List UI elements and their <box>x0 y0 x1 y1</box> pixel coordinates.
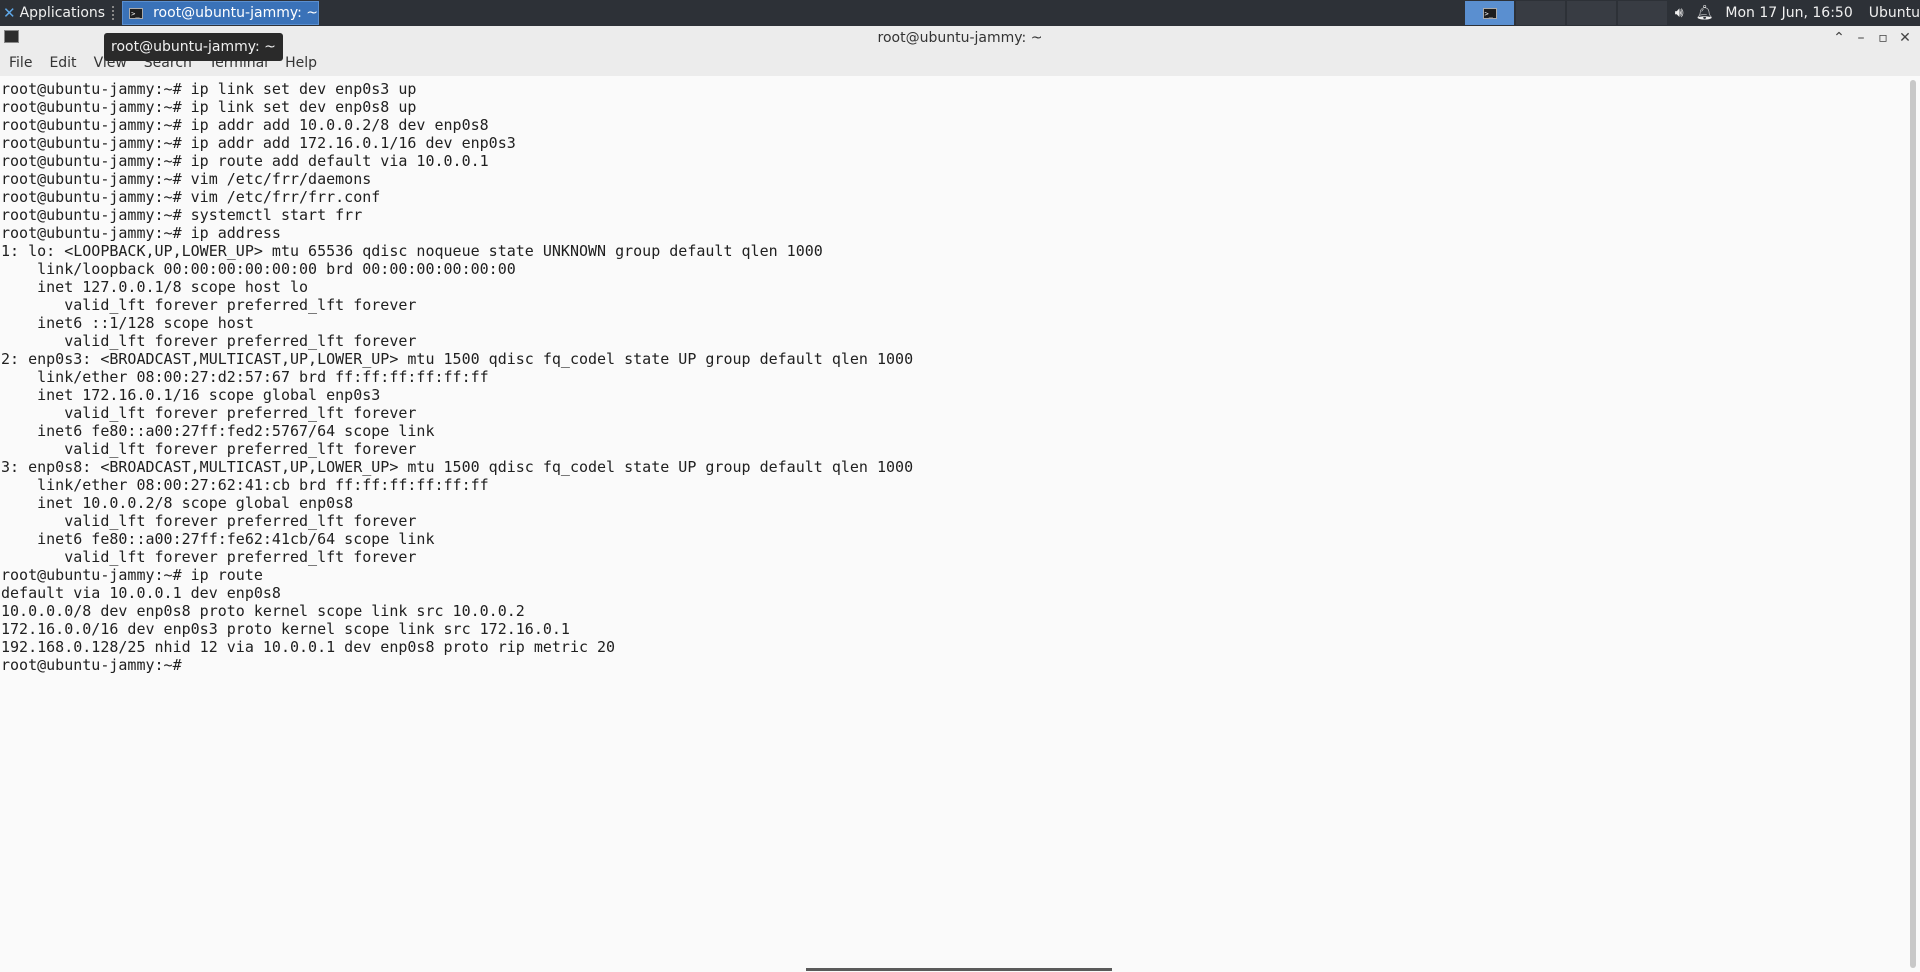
terminal-area[interactable]: root@ubuntu-jammy:~# ip link set dev enp… <box>0 76 1906 972</box>
terminal-line: inet6 fe80::a00:27ff:fed2:5767/64 scope … <box>1 422 435 440</box>
terminal-line: default via 10.0.0.1 dev enp0s8 <box>1 584 281 602</box>
maximize-icon[interactable]: ▫ <box>1872 30 1894 46</box>
terminal-line: valid_lft forever preferred_lft forever <box>1 332 417 350</box>
terminal-line: inet 127.0.0.1/8 scope host lo <box>1 278 309 296</box>
shade-icon[interactable]: ⌃ <box>1828 30 1850 46</box>
terminal-line: valid_lft forever preferred_lft forever <box>1 512 417 530</box>
notification-bell-icon[interactable]: 🔔︎ <box>1696 5 1714 21</box>
terminal-line: root@ubuntu-jammy:~# ip address <box>1 224 281 242</box>
terminal-line: link/ether 08:00:27:62:41:cb brd ff:ff:f… <box>1 476 489 494</box>
terminal-output: root@ubuntu-jammy:~# ip link set dev enp… <box>0 76 1906 674</box>
terminal-line: 2: enp0s3: <BROADCAST,MULTICAST,UP,LOWER… <box>1 350 914 368</box>
terminal-line: root@ubuntu-jammy:~# ip link set dev enp… <box>1 98 417 116</box>
menu-edit[interactable]: Edit <box>49 55 76 71</box>
menu-file[interactable]: File <box>9 55 32 71</box>
terminal-line: valid_lft forever preferred_lft forever <box>1 548 417 566</box>
minimize-icon[interactable]: – <box>1850 30 1872 46</box>
horizontal-scroll-indicator <box>806 968 1112 971</box>
workspace-1[interactable]: >_ <box>1465 1 1514 25</box>
terminal-line: link/ether 08:00:27:d2:57:67 brd ff:ff:f… <box>1 368 489 386</box>
terminal-line: 3: enp0s8: <BROADCAST,MULTICAST,UP,LOWER… <box>1 458 914 476</box>
window-controls: ⌃ – ▫ ✕ <box>1828 26 1916 50</box>
window-title: root@ubuntu-jammy: ~ <box>877 30 1043 46</box>
workspace-terminal-icon: >_ <box>1482 7 1497 19</box>
taskbar-window-button[interactable]: >_ root@ubuntu-jammy: ~ <box>122 1 320 25</box>
close-icon[interactable]: ✕ <box>1894 30 1916 46</box>
menu-help[interactable]: Help <box>285 55 317 71</box>
terminal-line: 10.0.0.0/8 dev enp0s8 proto kernel scope… <box>1 602 525 620</box>
taskbar-window-title: root@ubuntu-jammy: ~ <box>153 5 319 21</box>
workspace-4[interactable] <box>1618 1 1667 25</box>
taskbar-tooltip: root@ubuntu-jammy: ~ <box>104 33 283 61</box>
xfce-logo-icon: ✕ <box>3 4 16 22</box>
menubar: File Edit View Search Terminal Help <box>0 50 1920 76</box>
terminal-line: root@ubuntu-jammy:~# ip addr add 172.16.… <box>1 134 516 152</box>
volume-icon[interactable]: 🔊︎ <box>1675 5 1684 21</box>
terminal-line: root@ubuntu-jammy:~# ip route add defaul… <box>1 152 489 170</box>
system-tray: 🔊︎ 🔔︎ Mon 17 Jun, 16:50 Ubuntu <box>1669 0 1920 26</box>
scrollbar-thumb[interactable] <box>1910 80 1916 968</box>
panel-separator <box>112 6 115 20</box>
workspace-switcher: >_ <box>1465 0 1669 26</box>
top-panel: ✕ Applications >_ root@ubuntu-jammy: ~ >… <box>0 0 1920 26</box>
terminal-line: inet6 ::1/128 scope host <box>1 314 254 332</box>
terminal-line: root@ubuntu-jammy:~# systemctl start frr <box>1 206 363 224</box>
terminal-line: root@ubuntu-jammy:~# vim /etc/frr/daemon… <box>1 170 372 188</box>
workspace-3[interactable] <box>1567 1 1616 25</box>
window-terminal-icon[interactable] <box>4 30 19 43</box>
vertical-scrollbar[interactable] <box>1906 76 1920 972</box>
terminal-line: valid_lft forever preferred_lft forever <box>1 296 417 314</box>
terminal-line: root@ubuntu-jammy:~# ip link set dev enp… <box>1 80 417 98</box>
applications-menu-button[interactable]: ✕ Applications <box>0 0 109 26</box>
terminal-line: 172.16.0.0/16 dev enp0s3 proto kernel sc… <box>1 620 570 638</box>
terminal-line: valid_lft forever preferred_lft forever <box>1 440 417 458</box>
clock[interactable]: Mon 17 Jun, 16:50 <box>1725 5 1852 21</box>
terminal-line: root@ubuntu-jammy:~# ip addr add 10.0.0.… <box>1 116 489 134</box>
window-titlebar[interactable]: root@ubuntu-jammy: ~ ⌃ – ▫ ✕ <box>0 26 1920 50</box>
terminal-line: valid_lft forever preferred_lft forever <box>1 404 417 422</box>
terminal-line: 1: lo: <LOOPBACK,UP,LOWER_UP> mtu 65536 … <box>1 242 823 260</box>
user-menu[interactable]: Ubuntu <box>1869 5 1920 21</box>
terminal-line: inet 10.0.0.2/8 scope global enp0s8 <box>1 494 354 512</box>
terminal-line: inet 172.16.0.1/16 scope global enp0s3 <box>1 386 381 404</box>
terminal-line: 192.168.0.128/25 nhid 12 via 10.0.0.1 de… <box>1 638 616 656</box>
terminal-line: link/loopback 00:00:00:00:00:00 brd 00:0… <box>1 260 516 278</box>
terminal-line: root@ubuntu-jammy:~# vim /etc/frr/frr.co… <box>1 188 381 206</box>
terminal-line: root@ubuntu-jammy:~# <box>1 656 191 674</box>
workspace-2[interactable] <box>1516 1 1565 25</box>
terminal-line: root@ubuntu-jammy:~# ip route <box>1 566 263 584</box>
applications-label: Applications <box>19 5 106 21</box>
terminal-icon: >_ <box>129 7 144 19</box>
terminal-line: inet6 fe80::a00:27ff:fe62:41cb/64 scope … <box>1 530 435 548</box>
